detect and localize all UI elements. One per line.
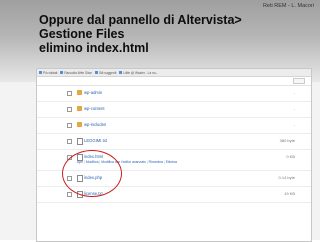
- row-checkbox[interactable]: [67, 192, 72, 197]
- highlight-circle: [62, 150, 122, 197]
- page-icon: [119, 71, 123, 74]
- slide-title-line: Oppure dal pannello di Altervista>: [39, 13, 242, 27]
- file-name-link[interactable]: LEGGIMI.txt: [84, 138, 107, 143]
- slide-credit: Reti REM - L. Macori: [262, 3, 314, 9]
- action-rename[interactable]: Rinomina: [149, 160, 163, 164]
- slide-title-line: Gestione Files: [39, 27, 125, 41]
- folder-icon: [77, 90, 82, 95]
- file-size: 19 KB: [284, 191, 295, 196]
- bookmark-suggested-sites[interactable]: Siti suggeriti: [94, 71, 116, 75]
- text-file-icon: [77, 138, 83, 145]
- bookmarks-bar: Più visitati Raccolta Web Slice Siti sug…: [37, 69, 311, 77]
- bookmark-page[interactable]: Little @ Wazier - La no...: [119, 71, 158, 75]
- file-size: 0.14 byte: [278, 175, 295, 180]
- toolbar-button[interactable]: [293, 78, 305, 84]
- web-slice-icon: [60, 71, 64, 74]
- file-row[interactable]: wp-includes -: [37, 118, 311, 134]
- file-size: -: [293, 90, 295, 95]
- folder-icon: [77, 106, 82, 111]
- action-separator: |: [146, 160, 148, 164]
- file-row[interactable]: wp-content -: [37, 102, 311, 118]
- file-name-link[interactable]: wp-includes: [84, 122, 106, 127]
- action-delete[interactable]: Elimina: [166, 160, 177, 164]
- file-size: -: [293, 122, 295, 127]
- file-row[interactable]: LEGGIMI.txt 380 byte: [37, 134, 311, 150]
- row-checkbox[interactable]: [67, 123, 72, 128]
- file-size: -: [293, 106, 295, 111]
- file-size: 380 byte: [279, 138, 295, 143]
- row-checkbox[interactable]: [67, 107, 72, 112]
- bookmark-web-slice[interactable]: Raccolta Web Slice: [60, 71, 92, 75]
- slide-title: Oppure dal pannello di Altervista> Gesti…: [39, 13, 309, 55]
- slide-title-line: elimino index.html: [39, 41, 149, 55]
- folder-icon: [77, 122, 82, 127]
- row-checkbox[interactable]: [67, 91, 72, 96]
- file-row[interactable]: wp-admin -: [37, 86, 311, 102]
- row-checkbox[interactable]: [67, 139, 72, 144]
- file-size: 0 KB: [286, 154, 295, 159]
- file-toolbar: [37, 77, 311, 86]
- bookmark-most-visited[interactable]: Più visitati: [39, 71, 57, 75]
- file-name-link[interactable]: wp-admin: [84, 90, 102, 95]
- suggested-icon: [94, 71, 98, 74]
- star-icon: [39, 71, 42, 74]
- file-name-link[interactable]: wp-content: [84, 106, 104, 111]
- action-separator: |: [163, 160, 165, 164]
